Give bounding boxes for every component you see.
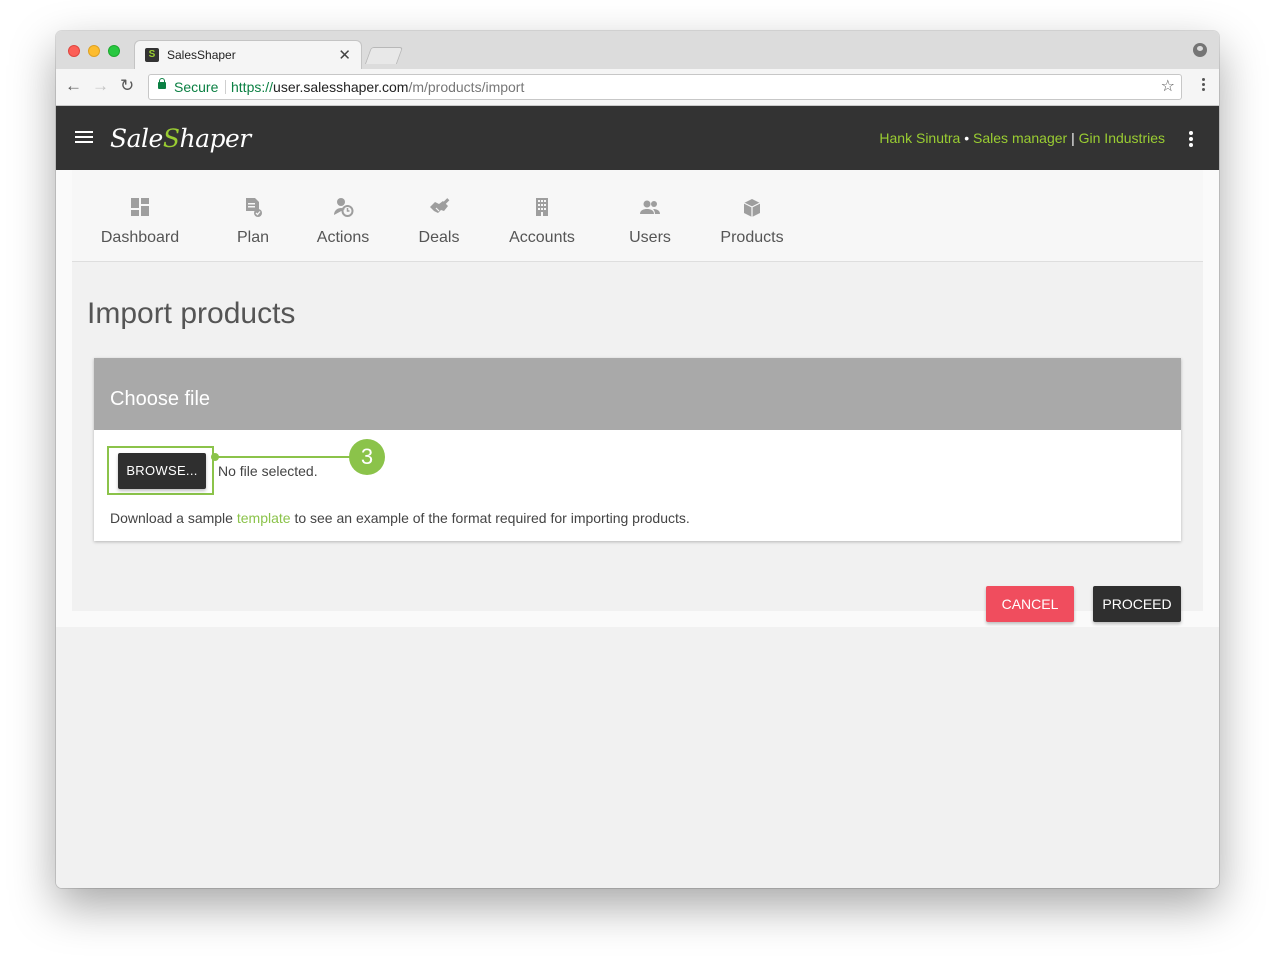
- app-header: SaleShaper Hank Sinutra • Sales manager …: [56, 106, 1219, 170]
- nav-item-dashboard[interactable]: Dashboard: [96, 170, 184, 262]
- close-tab-icon[interactable]: ✕: [338, 46, 351, 64]
- dashboard-icon: [131, 198, 149, 216]
- help-prefix: Download a sample: [110, 510, 237, 526]
- secure-label: Secure: [174, 79, 219, 95]
- callout-badge: 3: [349, 439, 385, 475]
- actions-icon: [334, 198, 354, 217]
- box-icon: [743, 199, 761, 217]
- nav-label-dashboard: Dashboard: [100, 229, 180, 246]
- url-host: user.salesshaper.com: [273, 79, 409, 95]
- minimize-window-button[interactable]: [88, 45, 100, 57]
- nav-item-products[interactable]: Products: [708, 170, 796, 262]
- callout-line: [214, 456, 350, 458]
- browser-titlebar: S SalesShaper ✕: [56, 31, 1219, 69]
- nav-label-users: Users: [629, 229, 671, 246]
- new-tab-button[interactable]: [364, 47, 404, 64]
- card-title: Choose file: [110, 388, 211, 410]
- nav-label-actions: Actions: [316, 229, 370, 246]
- file-status-text: No file selected.: [218, 463, 318, 479]
- nav-item-deals[interactable]: Deals: [404, 170, 474, 262]
- logo-suffix: haper: [179, 124, 251, 153]
- forward-arrow-icon[interactable]: →: [92, 76, 109, 96]
- browser-window: S SalesShaper ✕ ← → ↻ Secure https://use…: [56, 31, 1219, 888]
- user-pipe: |: [1067, 130, 1079, 146]
- maximize-window-button[interactable]: [108, 45, 120, 57]
- bookmark-star-icon[interactable]: ☆: [1161, 75, 1175, 99]
- users-icon: [640, 200, 660, 214]
- page-title: Import products: [87, 297, 296, 330]
- logo-bolt: S: [162, 124, 180, 153]
- favicon-icon: S: [145, 48, 159, 62]
- nav-item-users[interactable]: Users: [612, 170, 688, 262]
- nav-label-deals: Deals: [418, 229, 460, 246]
- user-bullet: •: [960, 130, 974, 146]
- building-icon: [536, 198, 548, 216]
- address-separator: [225, 80, 226, 94]
- tab-title: SalesShaper: [167, 48, 236, 62]
- main-nav: Dashboard Plan Actions Deals Accounts Us…: [72, 170, 1203, 262]
- browser-toolbar: ← → ↻ Secure https://user.salesshaper.co…: [56, 69, 1219, 106]
- address-bar[interactable]: Secure https://user.salesshaper.com/m/pr…: [148, 74, 1182, 100]
- salesshaper-logo[interactable]: SaleShaper: [110, 124, 251, 153]
- nav-label-accounts: Accounts: [509, 229, 575, 246]
- reload-icon[interactable]: ↻: [120, 76, 134, 96]
- nav-item-plan[interactable]: Plan: [217, 170, 289, 262]
- proceed-button[interactable]: PROCEED: [1093, 586, 1181, 622]
- choose-file-card: Choose file BROWSE... No file selected. …: [94, 358, 1181, 541]
- back-arrow-icon[interactable]: ←: [65, 76, 82, 96]
- nav-item-accounts[interactable]: Accounts: [498, 170, 586, 262]
- import-content: Import products Choose file BROWSE... No…: [72, 262, 1203, 622]
- more-options-icon[interactable]: [1189, 131, 1193, 135]
- logo-prefix: Sale: [110, 124, 163, 153]
- plan-icon: [246, 198, 262, 217]
- handshake-icon: [430, 198, 450, 213]
- help-text: Download a sample template to see an exa…: [110, 510, 690, 526]
- url-path: /m/products/import: [408, 79, 525, 95]
- browse-button[interactable]: BROWSE...: [118, 453, 206, 489]
- callout-dot: [211, 453, 219, 461]
- profile-icon[interactable]: [1193, 43, 1207, 57]
- user-company[interactable]: Gin Industries: [1079, 130, 1165, 146]
- empty-area: [56, 627, 1219, 888]
- browser-tab[interactable]: S SalesShaper ✕: [134, 40, 362, 69]
- card-header: Choose file: [94, 358, 1181, 430]
- cancel-button[interactable]: CANCEL: [986, 586, 1074, 622]
- user-name[interactable]: Hank Sinutra: [879, 130, 960, 146]
- nav-item-actions[interactable]: Actions: [306, 170, 380, 262]
- browser-menu-icon[interactable]: [1202, 78, 1205, 81]
- user-role[interactable]: Sales manager: [973, 130, 1067, 146]
- template-link[interactable]: template: [237, 510, 291, 526]
- close-window-button[interactable]: [68, 45, 80, 57]
- hamburger-menu-icon[interactable]: [75, 131, 93, 133]
- help-suffix: to see an example of the format required…: [290, 510, 690, 526]
- nav-label-products: Products: [720, 229, 784, 246]
- url-scheme: https://: [231, 79, 274, 95]
- lock-icon: [158, 78, 166, 89]
- url-text: https://user.salesshaper.com/m/products/…: [231, 75, 524, 99]
- user-info: Hank Sinutra • Sales manager | Gin Indus…: [879, 130, 1165, 146]
- nav-label-plan: Plan: [236, 229, 270, 246]
